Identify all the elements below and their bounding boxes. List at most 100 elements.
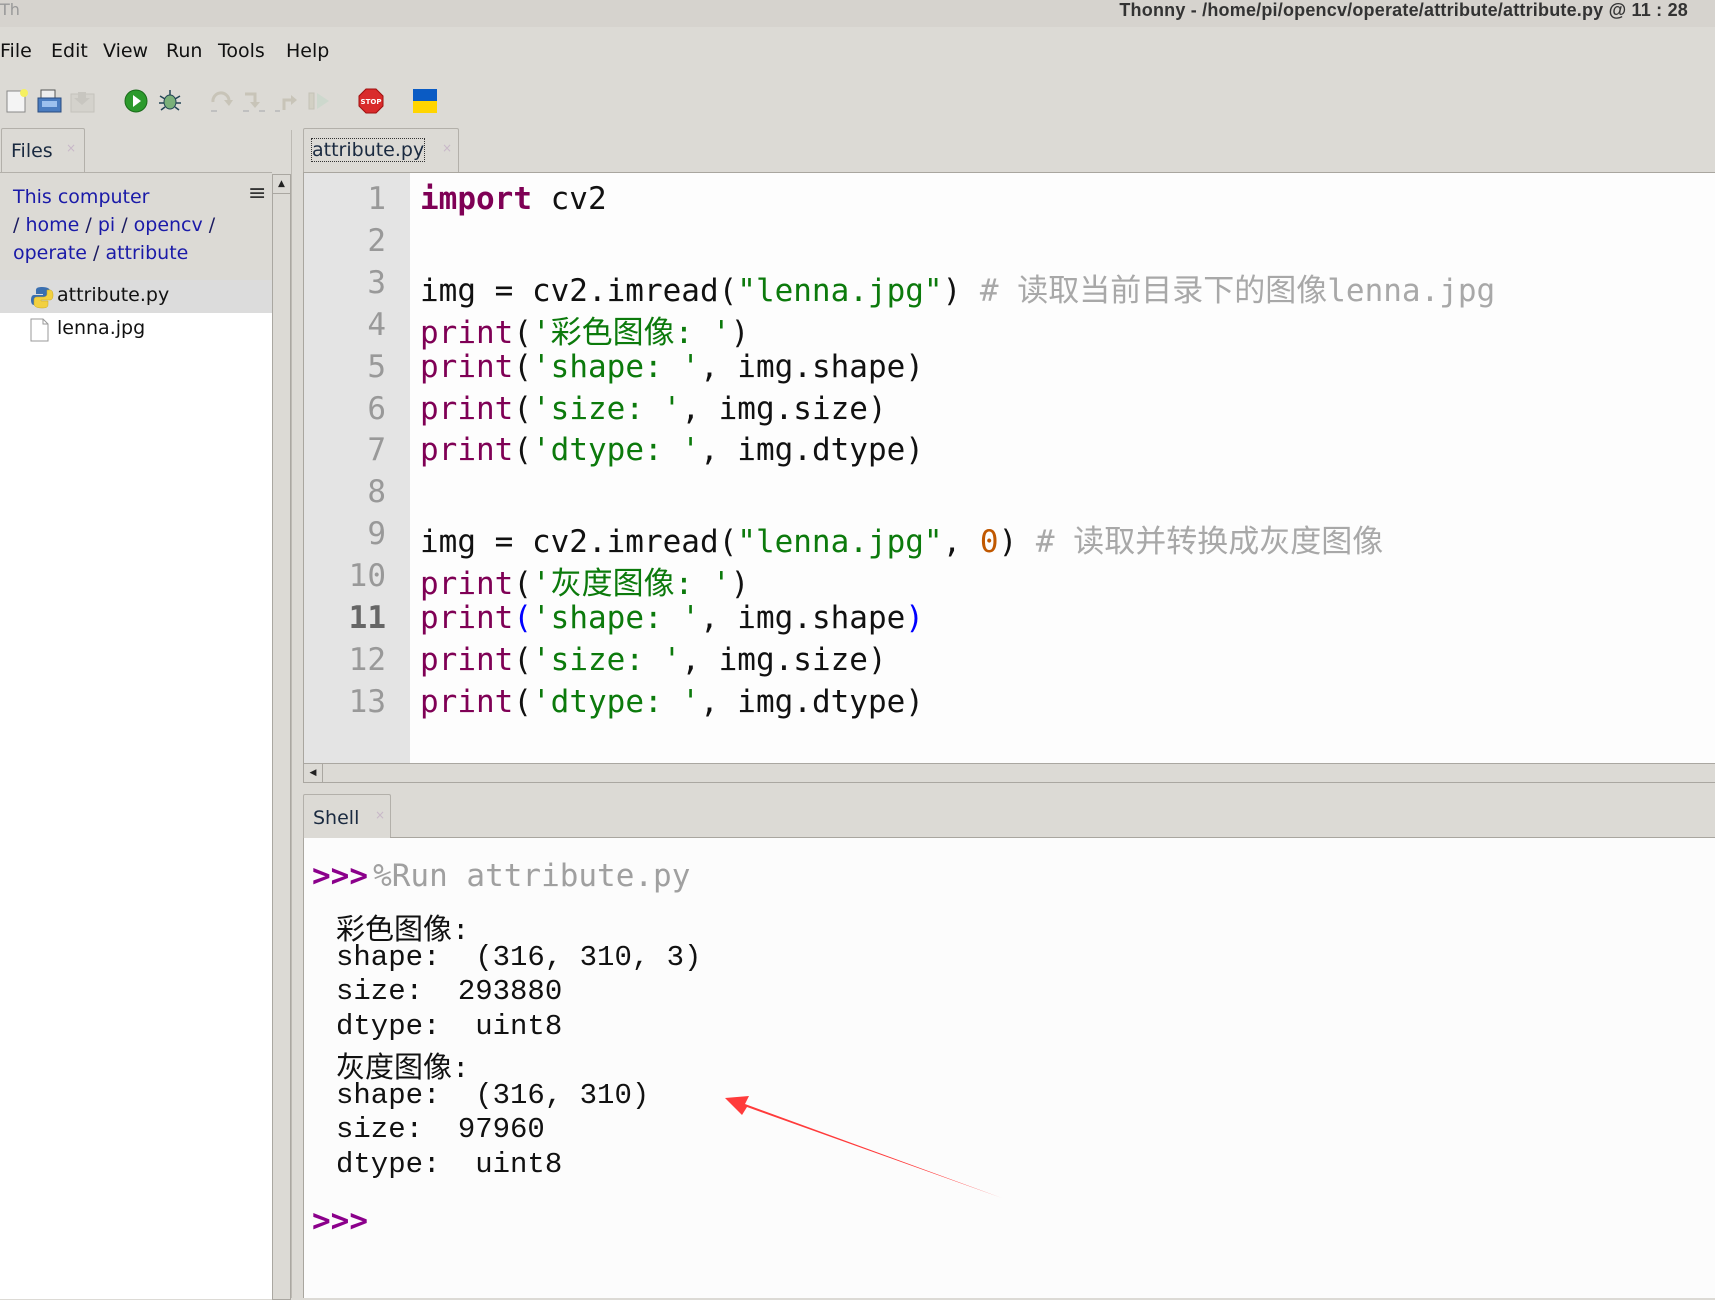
code-token: ) (905, 600, 924, 636)
menu-tools[interactable]: Tools (218, 40, 265, 62)
tab-attribute-py[interactable]: attribute.py × (303, 128, 459, 173)
code-line[interactable]: print('彩色图像: ') (420, 307, 749, 352)
menu-icon[interactable]: ≡ (248, 181, 266, 206)
file-item-lenna-jpg[interactable]: lenna.jpg (0, 313, 272, 346)
shell-console[interactable]: >>> %Run attribute.py 彩色图像: shape: (316, … (303, 838, 1715, 1298)
scroll-up-arrow-icon[interactable]: ▲ (273, 175, 290, 194)
tab-shell-label: Shell (313, 807, 360, 829)
line-number-gutter: 1 2 3 4 5 6 7 8 9 10 11 12 13 (304, 173, 410, 764)
code-token: ( (513, 348, 532, 385)
code-token: ( (513, 314, 532, 351)
shell-output-line: size: 97960 (336, 1113, 545, 1146)
shell-run-command: %Run attribute.py (373, 858, 691, 894)
files-breadcrumb-area: This computer ≡ / home / pi / opencv / o… (0, 173, 272, 281)
resume-button (307, 88, 333, 114)
code-token: ( (513, 566, 532, 603)
code-token: print (420, 314, 514, 351)
new-file-button[interactable] (4, 88, 30, 114)
breadcrumb-line-3: operate / attribute (13, 242, 188, 264)
tab-files-label: Files (11, 140, 53, 162)
code-line[interactable]: img = cv2.imread("lenna.jpg") # 读取当前目录下的… (420, 265, 1495, 310)
breadcrumb-attribute[interactable]: attribute (105, 242, 188, 264)
line-number: 13 (348, 683, 386, 720)
pane-divider[interactable] (291, 130, 301, 1298)
code-line[interactable]: import cv2 (420, 181, 607, 217)
code-token: 'dtype: ' (532, 683, 700, 720)
title-bar: Th Thonny - /home/pi/opencv/operate/attr… (0, 0, 1715, 27)
code-token: print (420, 641, 514, 678)
line-number: 9 (367, 516, 386, 553)
shell-output-line: shape: (316, 310) (336, 1078, 650, 1112)
breadcrumb-pi[interactable]: pi (98, 214, 115, 236)
code-token: , img.shape) (699, 348, 924, 385)
code-token: 'shape: ' (532, 348, 700, 385)
code-line[interactable]: print('size: ', img.size) (420, 391, 887, 427)
menu-edit[interactable]: Edit (51, 40, 88, 62)
menu-run[interactable]: Run (166, 40, 202, 62)
breadcrumb-opencv[interactable]: opencv (134, 214, 203, 236)
shell-output-line: shape: (316, 310, 3) (336, 940, 702, 974)
tab-close-icon[interactable]: × (442, 141, 452, 155)
shell-prompt: >>> (312, 1203, 368, 1239)
menu-help[interactable]: Help (286, 40, 329, 62)
code-line[interactable]: print('灰度图像: ') (420, 558, 749, 603)
line-number: 5 (367, 348, 386, 385)
code-token: img = cv2.imread( (420, 272, 738, 309)
shell-output-line: size: 293880 (336, 975, 563, 1008)
ukraine-flag-button[interactable] (412, 88, 438, 114)
code-line[interactable]: img = cv2.imread("lenna.jpg", 0) # 读取并转换… (420, 516, 1383, 561)
debug-button[interactable] (157, 88, 183, 114)
shell-run-line: >>> %Run attribute.py (312, 858, 690, 894)
scroll-left-arrow-icon[interactable]: ◀ (304, 764, 323, 782)
line-number: 7 (367, 432, 386, 469)
code-token: 'dtype: ' (532, 432, 700, 469)
run-button[interactable] (123, 88, 149, 114)
line-number: 6 (367, 390, 386, 427)
code-token: # 读取当前目录下的图像lenna.jpg (979, 272, 1496, 309)
code-token: "lenna.jpg" (737, 272, 943, 309)
code-line[interactable]: print('size: ', img.size) (420, 642, 887, 678)
line-number: 1 (367, 181, 386, 217)
code-line[interactable]: print('shape: ', img.shape) (420, 600, 924, 636)
code-token: img = cv2.imread( (420, 524, 738, 561)
code-token: ( (513, 641, 532, 678)
svg-text:STOP: STOP (361, 98, 382, 106)
code-token: ( (513, 432, 532, 469)
files-vertical-scrollbar[interactable]: ▲ (272, 174, 291, 1300)
code-token: , img.size) (681, 390, 887, 427)
tab-close-icon[interactable]: × (375, 808, 385, 822)
code-token: print (420, 432, 514, 469)
breadcrumb-this-computer[interactable]: This computer (13, 186, 150, 208)
line-number: 10 (348, 558, 386, 595)
line-number: 3 (367, 264, 386, 301)
tab-close-icon[interactable]: × (66, 141, 76, 155)
menu-file[interactable]: File (0, 40, 32, 62)
code-line[interactable]: print('dtype: ', img.dtype) (420, 432, 924, 468)
app-icon: Th (0, 0, 20, 19)
code-line[interactable]: print('shape: ', img.shape) (420, 349, 924, 385)
shell-final-prompt-line[interactable]: >>> (312, 1203, 368, 1239)
code-token: , (942, 524, 980, 561)
toolbar: STOP (0, 78, 1715, 124)
breadcrumb-home[interactable]: home (25, 214, 79, 236)
stop-button[interactable]: STOP (358, 88, 384, 114)
file-name: lenna.jpg (57, 317, 146, 339)
python-file-icon (30, 285, 54, 314)
tab-files[interactable]: Files × (1, 128, 85, 173)
step-over-button (209, 88, 235, 114)
save-button[interactable] (37, 88, 63, 114)
breadcrumb-sep: / (79, 214, 98, 236)
file-item-attribute-py[interactable]: attribute.py (0, 280, 272, 313)
tab-shell[interactable]: Shell × (303, 794, 391, 839)
menu-view[interactable]: View (103, 40, 148, 62)
breadcrumb-operate[interactable]: operate (13, 242, 87, 264)
code-line[interactable]: print('dtype: ', img.dtype) (420, 684, 924, 720)
load-icon (70, 92, 95, 113)
code-editor[interactable]: 1 2 3 4 5 6 7 8 9 10 11 12 13 import cv2 img = cv2.im… (303, 172, 1715, 764)
file-name: attribute.py (57, 284, 170, 306)
step-over-icon (211, 91, 233, 112)
code-token: ) (730, 314, 750, 351)
resume-icon (308, 92, 329, 110)
editor-horizontal-scrollbar[interactable]: ◀ (303, 763, 1715, 783)
code-token: , img.shape (699, 600, 906, 636)
